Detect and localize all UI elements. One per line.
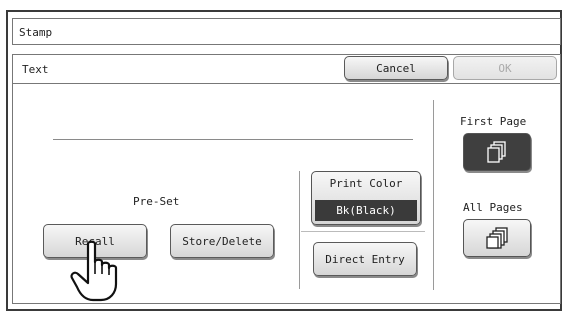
all-pages-label: All Pages [463, 201, 523, 214]
cancel-button[interactable]: Cancel [344, 56, 448, 80]
ok-button[interactable]: OK [453, 56, 557, 80]
panel-title: Text [22, 63, 49, 76]
dialog-title: Stamp [19, 26, 53, 39]
print-color-label: Print Color [329, 177, 403, 190]
color-separator [301, 231, 425, 232]
direct-entry-button[interactable]: Direct Entry [313, 242, 417, 276]
preset-label: Pre-Set [133, 195, 180, 208]
print-color-button[interactable]: Print Color Bk(Black) [311, 171, 421, 225]
first-page-button[interactable] [463, 133, 531, 171]
multi-pages-icon [486, 227, 508, 249]
title-bar: Stamp [12, 18, 561, 45]
text-entry-line [53, 139, 413, 140]
page-divider [433, 100, 434, 290]
color-divider [299, 171, 300, 289]
store-delete-button[interactable]: Store/Delete [170, 224, 274, 258]
hand-pointer-icon [70, 240, 118, 302]
first-page-label: First Page [460, 115, 527, 128]
panel-header: Text Cancel OK [13, 55, 560, 84]
print-color-value: Bk(Black) [315, 200, 417, 221]
stacked-pages-icon [487, 141, 506, 163]
all-pages-button[interactable] [463, 219, 531, 257]
